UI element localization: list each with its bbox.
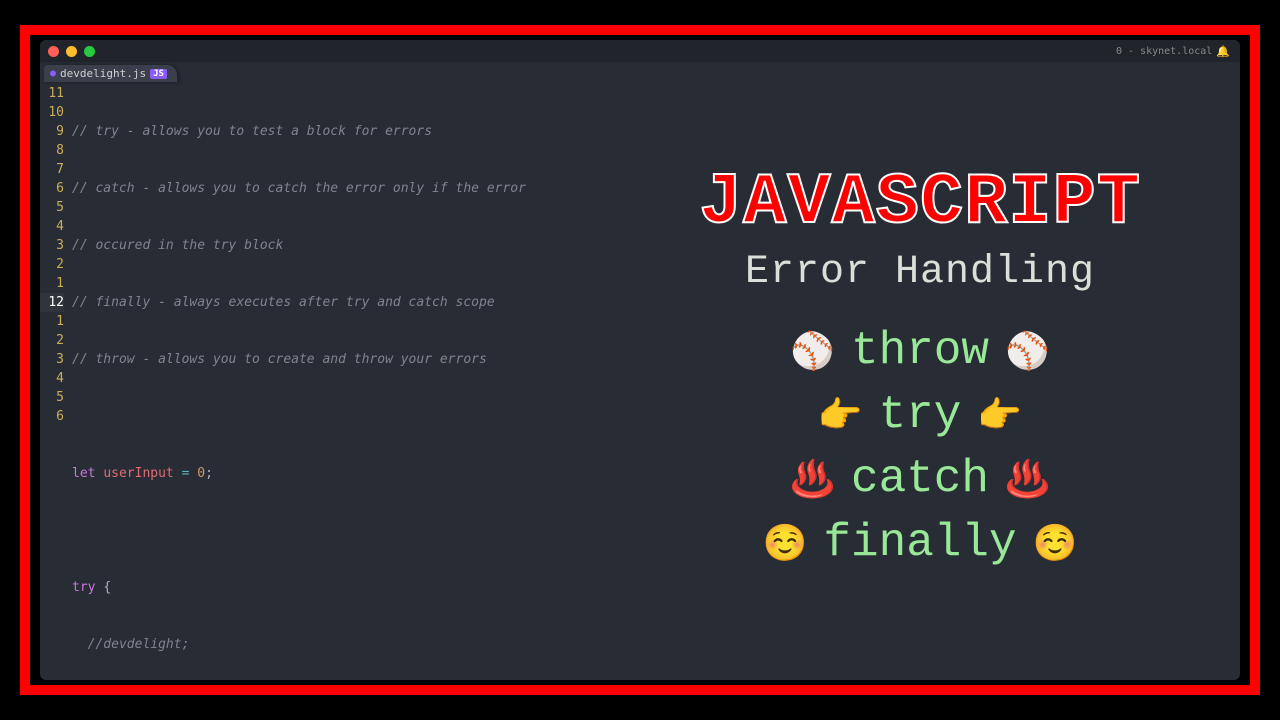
window-controls [48,46,95,57]
code-comment: // throw - allows you to create and thro… [72,352,487,367]
editor-window: 0 - skynet.local 🔔 ● devdelight.js JS 11… [40,40,1240,680]
tab-modified-icon: ● [50,68,56,79]
code-line: let userInput = 0; [72,464,1240,483]
tab-lang-badge: JS [150,69,167,79]
minimize-icon[interactable] [66,46,77,57]
tab-file[interactable]: ● devdelight.js JS [44,65,177,82]
code-blank [72,407,1240,426]
line-number-gutter: 11 10 9 8 7 6 5 4 3 2 1 12 1 2 3 4 5 6 [40,82,72,680]
editor-body[interactable]: 11 10 9 8 7 6 5 4 3 2 1 12 1 2 3 4 5 6 /… [40,82,1240,680]
code-area[interactable]: // try - allows you to test a block for … [72,82,1240,680]
code-comment: // occured in the try block [72,238,283,253]
frame-border: 0 - skynet.local 🔔 ● devdelight.js JS 11… [20,25,1260,695]
code-comment: // catch - allows you to catch the error… [72,181,526,196]
bell-icon[interactable]: 🔔 [1216,45,1230,58]
tab-filename: devdelight.js [60,67,146,80]
code-line: //devdelight; [72,635,1240,654]
status-right: 0 - skynet.local 🔔 [1116,45,1230,58]
titlebar: 0 - skynet.local 🔔 [40,40,1240,62]
status-text: 0 - skynet.local [1116,46,1212,57]
code-blank [72,521,1240,540]
code-line: try { [72,578,1240,597]
code-comment: // finally - always executes after try a… [72,295,495,310]
tabbar: ● devdelight.js JS [40,62,1240,82]
code-comment: // try - allows you to test a block for … [72,124,432,139]
maximize-icon[interactable] [84,46,95,57]
close-icon[interactable] [48,46,59,57]
